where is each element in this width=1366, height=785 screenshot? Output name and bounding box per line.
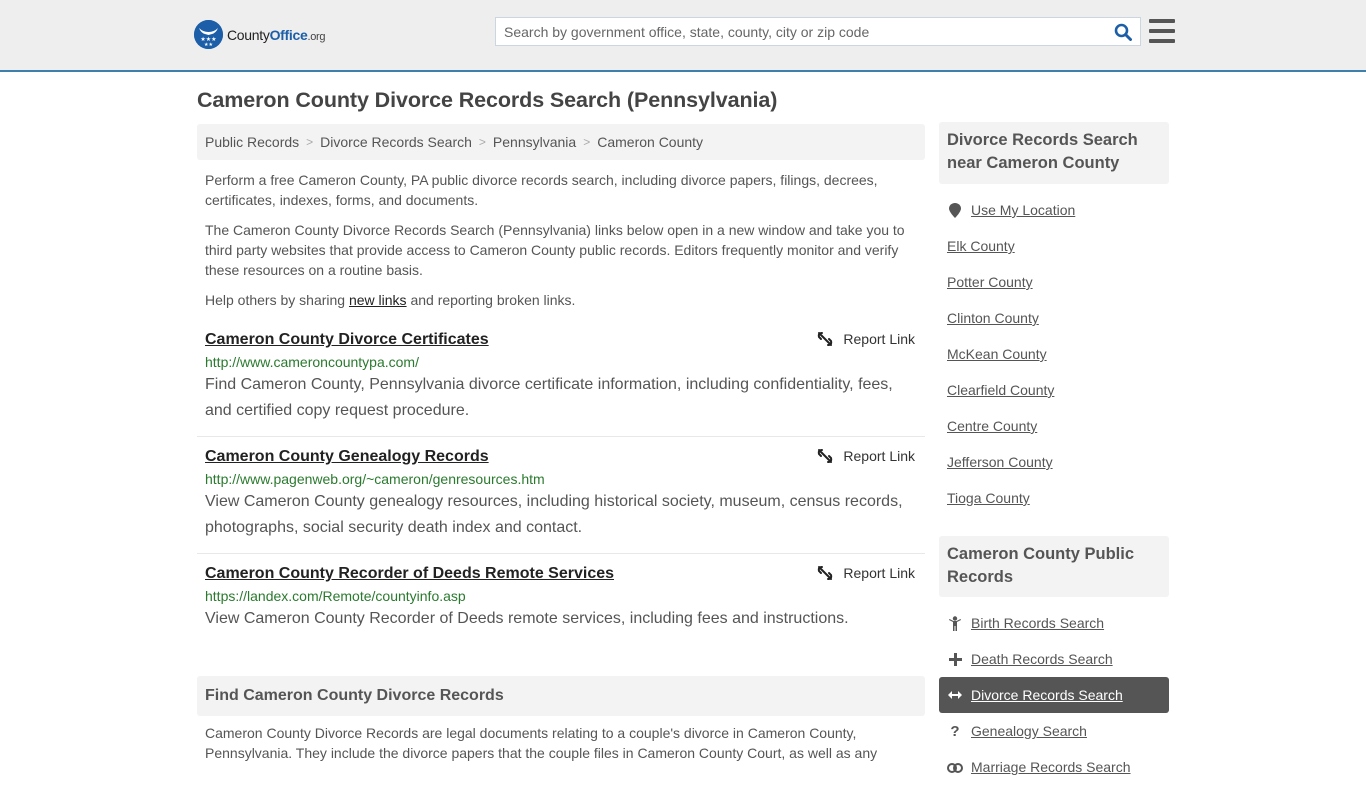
search-input[interactable] [496,18,1106,45]
report-link-label: Report Link [843,448,915,464]
child-icon [947,615,963,631]
sidebar-item-birth-records: Birth Records Search [939,605,1169,641]
nearby-county-link[interactable]: Potter County [947,274,1033,290]
result-title-link[interactable]: Cameron County Recorder of Deeds Remote … [205,563,917,585]
use-my-location-link[interactable]: Use My Location [971,202,1075,218]
rings-icon [947,761,963,773]
report-link-button[interactable]: Report Link [817,331,915,347]
nearby-county-link[interactable]: Clearfield County [947,382,1054,398]
result-item: Cameron County Divorce Certificates http… [197,329,925,437]
broken-link-icon [818,566,833,580]
search-bar [495,17,1141,46]
breadcrumb-separator-icon: > [306,135,314,149]
divorce-records-link[interactable]: Divorce Records Search [971,687,1123,703]
nearby-heading: Divorce Records Search near Cameron Coun… [939,122,1169,184]
search-icon [1114,23,1132,41]
sidebar-item-genealogy: ? Genealogy Search [939,713,1169,749]
nearby-county-item: Clearfield County [939,372,1169,408]
arrows-horizontal-icon [947,690,963,700]
logo-text: CountyOffice.org [227,26,326,43]
nearby-county-link[interactable]: Elk County [947,238,1015,254]
nearby-county-item: McKean County [939,336,1169,372]
intro-paragraph-2: The Cameron County Divorce Records Searc… [205,222,905,278]
result-url-link[interactable]: http://www.cameroncountypa.com/ [205,353,917,371]
intro-paragraph-3: Help others by sharing new links and rep… [205,290,917,310]
intro-paragraph-1: Perform a free Cameron County, PA public… [205,172,878,208]
intro-text-before: Help others by sharing [205,292,349,308]
question-icon: ? [950,722,960,740]
map-pin-icon [947,202,963,218]
nearby-county-list: Use My Location Elk County Potter County… [939,192,1169,516]
use-my-location-item: Use My Location [939,192,1169,228]
plus-icon [947,652,963,666]
logo-text-county: County [227,26,270,43]
genealogy-search-link[interactable]: Genealogy Search [971,723,1087,739]
menu-button[interactable] [1149,19,1175,43]
breadcrumb-cameron-county[interactable]: Cameron County [597,134,703,150]
nearby-county-item: Elk County [939,228,1169,264]
nearby-county-item: Jefferson County [939,444,1169,480]
nearby-county-link[interactable]: Clinton County [947,310,1039,326]
sidebar-item-marriage-records: Marriage Records Search [939,749,1169,785]
breadcrumb: Public Records > Divorce Records Search … [197,124,925,160]
nearby-county-item: Potter County [939,264,1169,300]
breadcrumb-separator-icon: > [478,135,486,149]
marriage-records-link[interactable]: Marriage Records Search [971,759,1131,775]
top-header: ★★★ ★★ CountyOffice.org [0,0,1366,72]
result-item: Cameron County Genealogy Records http://… [197,446,925,554]
death-records-link[interactable]: Death Records Search [971,651,1113,667]
breadcrumb-separator-icon: > [583,135,591,149]
broken-link-icon [818,332,833,346]
report-link-button[interactable]: Report Link [817,448,915,464]
nearby-county-item: Clinton County [939,300,1169,336]
find-records-body: Cameron County Divorce Records are legal… [205,725,878,761]
report-link-label: Report Link [843,565,915,581]
search-button[interactable] [1106,18,1140,45]
result-description: View Cameron County genealogy resources,… [205,493,903,536]
breadcrumb-divorce-records-search[interactable]: Divorce Records Search [320,134,472,150]
menu-bar-icon [1149,29,1175,33]
nearby-county-link[interactable]: McKean County [947,346,1047,362]
result-item: Cameron County Recorder of Deeds Remote … [197,563,925,643]
report-link-button[interactable]: Report Link [817,565,915,581]
new-links-link[interactable]: new links [349,292,407,308]
result-description: View Cameron County Recorder of Deeds re… [205,610,849,627]
result-title-link[interactable]: Cameron County Genealogy Records [205,446,917,468]
nearby-county-item: Centre County [939,408,1169,444]
logo-text-office: Office [269,26,308,43]
result-url-link[interactable]: https://landex.com/Remote/countyinfo.asp [205,587,917,605]
birth-records-link[interactable]: Birth Records Search [971,615,1104,631]
sidebar-item-divorce-records: Divorce Records Search [939,677,1169,713]
public-records-list: Birth Records Search Death Records Searc… [939,605,1169,785]
sidebar-item-death-records: Death Records Search [939,641,1169,677]
result-description: Find Cameron County, Pennsylvania divorc… [205,376,893,419]
logo-text-org: .org [307,30,326,43]
menu-bar-icon [1149,39,1175,43]
site-logo[interactable]: ★★★ ★★ CountyOffice.org [194,20,326,49]
page-title: Cameron County Divorce Records Search (P… [197,88,778,112]
public-records-heading: Cameron County Public Records [939,536,1169,597]
result-title-link[interactable]: Cameron County Divorce Certificates [205,329,917,351]
menu-bar-icon [1149,19,1175,23]
breadcrumb-pennsylvania[interactable]: Pennsylvania [493,134,576,150]
result-url-link[interactable]: http://www.pagenweb.org/~cameron/genreso… [205,470,917,488]
nearby-county-link[interactable]: Jefferson County [947,454,1053,470]
broken-link-icon [818,449,833,463]
report-link-label: Report Link [843,331,915,347]
nearby-county-link[interactable]: Centre County [947,418,1037,434]
svg-text:★★: ★★ [204,42,213,48]
intro-text-after: and reporting broken links. [406,292,576,308]
intro-text: Perform a free Cameron County, PA public… [205,170,917,320]
breadcrumb-public-records[interactable]: Public Records [205,134,299,150]
eagle-logo-icon: ★★★ ★★ [194,20,223,49]
nearby-county-link[interactable]: Tioga County [947,490,1030,506]
nearby-county-item: Tioga County [939,480,1169,516]
find-records-heading: Find Cameron County Divorce Records [197,676,925,716]
